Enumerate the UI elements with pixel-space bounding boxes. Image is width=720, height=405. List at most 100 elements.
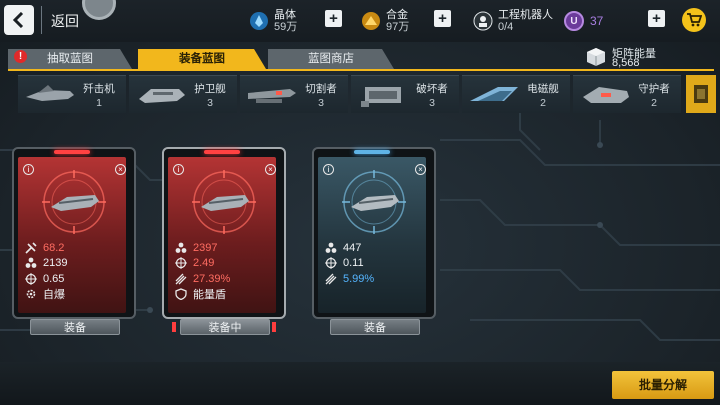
equip-button[interactable]: 装备 xyxy=(330,319,420,335)
divider xyxy=(41,6,42,34)
tab-label: 抽取蓝图 xyxy=(47,53,93,65)
info-icon[interactable]: i xyxy=(323,164,334,175)
ship-type-count: 3 xyxy=(207,97,213,109)
ship-type-fighter[interactable]: 歼击机 1 xyxy=(18,75,126,113)
missile-icon xyxy=(174,273,187,285)
fighter-ship-icon xyxy=(26,85,74,101)
railgun-ship-icon xyxy=(470,87,518,101)
stat-row: 27.39% xyxy=(174,271,278,287)
equipped-button[interactable]: 装备中 xyxy=(180,319,270,335)
tab-underline xyxy=(8,69,714,71)
cart-icon xyxy=(687,13,702,27)
back-button[interactable] xyxy=(4,5,34,35)
tab-draw-blueprint[interactable]: 抽取蓝图 xyxy=(8,49,132,69)
crystal-icon xyxy=(248,10,270,32)
alert-badge: ! xyxy=(14,50,27,63)
stat-value: 2397 xyxy=(193,241,218,254)
card-stats: 68.2 2139 0.65 自爆 xyxy=(24,240,128,302)
tab-blueprint-shop[interactable]: 蓝图商店 xyxy=(268,49,394,69)
resource-crystal: 晶体 59万 xyxy=(248,6,297,36)
add-crystal-button[interactable]: + xyxy=(325,10,342,27)
resource-alloy: 合金 97万 xyxy=(360,6,409,36)
stat-row: 0.11 xyxy=(324,256,428,272)
stat-row: 447 xyxy=(324,240,428,256)
chevron-left-icon xyxy=(12,12,24,28)
premium-currency-icon: U xyxy=(564,11,584,31)
equip-button[interactable]: 装备 xyxy=(30,319,120,335)
ship-type-count: 3 xyxy=(318,97,324,109)
stat-row: 0.65 xyxy=(24,271,128,287)
ship-type-count: 1 xyxy=(96,97,102,109)
damage-icon xyxy=(24,242,37,254)
stat-value: 自爆 xyxy=(43,289,65,302)
resource-value: 97万 xyxy=(386,21,410,33)
tab-label: 蓝图商店 xyxy=(308,53,354,65)
info-icon[interactable]: i xyxy=(23,164,34,175)
hull-icon xyxy=(174,242,187,254)
crosshair-icon xyxy=(24,272,37,285)
resource-robot: 工程机器人 0/4 xyxy=(472,6,553,36)
batch-dismantle-button[interactable]: 批量分解 xyxy=(612,371,714,399)
ship-preview xyxy=(192,170,256,234)
matrix-energy-value: 8,568 xyxy=(612,57,640,69)
resource-value: 0/4 xyxy=(498,21,514,33)
ship-type-cutter[interactable]: 切割者 3 xyxy=(240,75,348,113)
stat-value: 0.65 xyxy=(43,272,65,285)
stat-value: 5.99% xyxy=(343,272,375,285)
stat-value: 2.49 xyxy=(193,257,215,270)
ship-type-name: 破坏者 xyxy=(416,83,448,95)
ship-type-guardian[interactable]: 守护者 2 xyxy=(573,75,681,113)
escort-ship-icon xyxy=(139,89,185,103)
matrix-energy: 矩阵能量 8,568 xyxy=(585,45,715,69)
info-icon[interactable]: i xyxy=(173,164,184,175)
stat-row: 自爆 xyxy=(24,287,128,303)
blueprint-card[interactable]: i × 447 0.11 5.99% 装备 xyxy=(312,147,436,335)
cube-icon xyxy=(587,48,605,66)
destroyer-ship-icon xyxy=(361,87,401,107)
rarity-indicator xyxy=(54,150,90,154)
premium-value: 37 xyxy=(590,14,604,28)
missile-icon xyxy=(324,273,337,285)
stat-row: 2.49 xyxy=(174,256,278,272)
cutter-ship-icon xyxy=(248,89,296,103)
equipped-marker xyxy=(272,322,276,332)
close-icon[interactable]: × xyxy=(265,164,276,175)
shield-icon xyxy=(174,288,187,301)
blueprint-card[interactable]: i × 68.2 2139 0.65 自爆 装备 xyxy=(12,147,136,335)
ship-type-name: 电磁舰 xyxy=(527,83,559,95)
ship-icon xyxy=(694,85,708,103)
rarity-indicator xyxy=(354,150,390,154)
hull-icon xyxy=(324,242,337,254)
stat-row: 5.99% xyxy=(324,271,428,287)
card-stats: 447 0.11 5.99% xyxy=(324,240,428,287)
stat-value: 447 xyxy=(343,241,362,254)
shop-cart-button[interactable] xyxy=(682,8,706,32)
ship-preview xyxy=(342,170,406,234)
ship-type-destroyer[interactable]: 破坏者 3 xyxy=(351,75,459,113)
hull-icon xyxy=(24,257,37,269)
alloy-icon xyxy=(360,10,382,32)
tab-equip-blueprint[interactable]: 装备蓝图 xyxy=(138,49,266,69)
stat-value: 68.2 xyxy=(43,241,65,254)
more-ship-types-button[interactable] xyxy=(686,75,716,113)
stat-value: 27.39% xyxy=(193,272,231,285)
gear-icon xyxy=(24,288,37,300)
crosshair-icon xyxy=(324,257,337,270)
add-alloy-button[interactable]: + xyxy=(434,10,451,27)
crosshair-icon xyxy=(174,257,187,270)
ship-type-count: 3 xyxy=(429,97,435,109)
stat-row: 能量盾 xyxy=(174,287,278,303)
stat-row: 2397 xyxy=(174,240,278,256)
ship-type-count: 2 xyxy=(651,97,657,109)
blueprint-card-equipped[interactable]: i × 2397 2.49 27.39% 能量盾 装备中 xyxy=(162,147,286,335)
close-icon[interactable]: × xyxy=(415,164,426,175)
resource-premium: U 37 xyxy=(564,6,603,36)
stat-value: 0.11 xyxy=(343,257,364,270)
ship-type-strip: 歼击机 1 护卫舰 3 切割者 3 破坏者 3 电磁舰 2 守护者 2 xyxy=(18,75,684,113)
close-icon[interactable]: × xyxy=(115,164,126,175)
add-premium-button[interactable]: + xyxy=(648,10,665,27)
ship-type-railgun[interactable]: 电磁舰 2 xyxy=(462,75,570,113)
ship-type-escort[interactable]: 护卫舰 3 xyxy=(129,75,237,113)
stat-row: 68.2 xyxy=(24,240,128,256)
back-label[interactable]: 返回 xyxy=(51,11,79,31)
